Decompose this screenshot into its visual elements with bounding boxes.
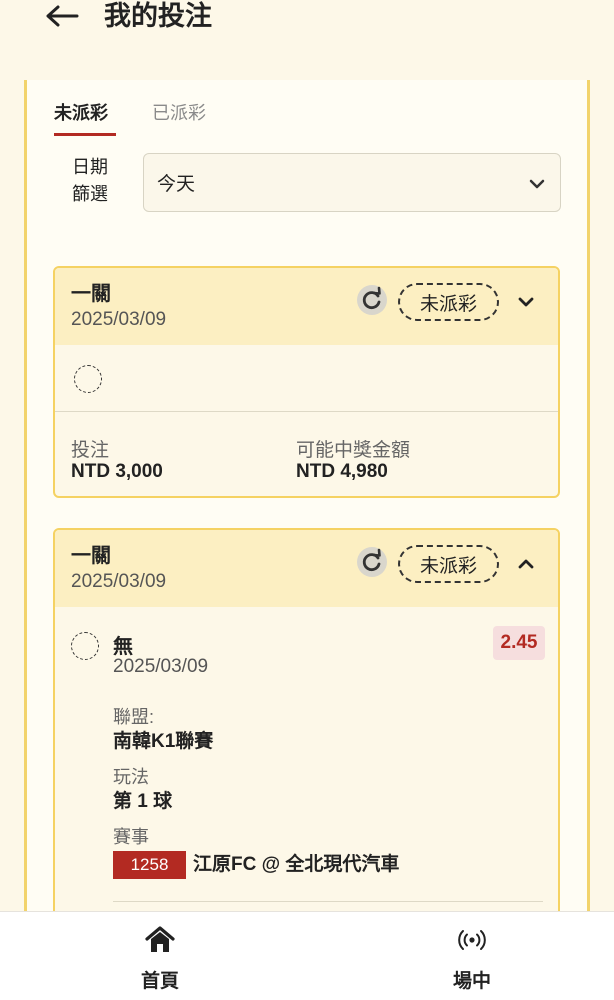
event-id-badge: 1258 [113, 851, 186, 879]
bet-card-header[interactable]: 一關 2025/03/09 未派彩 [55, 530, 558, 607]
event-name: 江原FC @ 全北現代汽車 [193, 854, 400, 875]
selection-status-icon [74, 365, 102, 393]
stake-label: 投注 [71, 440, 110, 461]
league-value: 南韓K1聯賽 [113, 731, 214, 752]
divider [55, 411, 558, 412]
selection-status-icon [71, 632, 99, 660]
active-tab-indicator [54, 133, 116, 136]
selection-name: 無 [113, 636, 133, 658]
bet-card: 一關 2025/03/09 未派彩 投注 NTD 3,000 可能中獎金額 NT… [53, 266, 560, 498]
nav-live-label: 場中 [452, 971, 491, 992]
back-arrow-icon[interactable] [44, 0, 84, 32]
chevron-up-icon[interactable] [515, 553, 537, 575]
date-filter-select[interactable]: 今天 [143, 153, 561, 212]
nav-live[interactable]: 場中 [412, 912, 532, 1000]
status-badge: 未派彩 [398, 545, 499, 583]
tab-unsettled[interactable]: 未派彩 [54, 100, 108, 126]
bet-date: 2025/03/09 [71, 309, 167, 330]
payout-label: 可能中獎金額 [296, 440, 411, 461]
event-label: 賽事 [113, 827, 149, 847]
bet-type: 一關 [71, 283, 111, 305]
stake-value: NTD 3,000 [71, 461, 163, 482]
bet-date: 2025/03/09 [71, 571, 167, 592]
divider [113, 901, 543, 902]
refresh-icon[interactable] [356, 284, 388, 316]
date-filter-label: 日期 篩選 [72, 157, 108, 204]
bet-type: 一關 [71, 545, 111, 567]
payout-value: NTD 4,980 [296, 461, 388, 482]
bet-card: 一關 2025/03/09 未派彩 無 2025/03/09 2.45 聯盟: … [53, 528, 560, 928]
selection-date: 2025/03/09 [113, 656, 209, 677]
market-value: 第 1 球 [113, 791, 173, 812]
nav-home[interactable]: 首頁 [100, 912, 220, 1000]
tab-settled[interactable]: 已派彩 [152, 100, 206, 126]
app-header: 我的投注 [0, 0, 614, 80]
status-badge: 未派彩 [398, 283, 499, 321]
refresh-icon[interactable] [356, 546, 388, 578]
nav-home-label: 首頁 [140, 971, 179, 992]
chevron-down-icon [529, 179, 545, 189]
live-icon [458, 930, 486, 950]
bet-card-header[interactable]: 一關 2025/03/09 未派彩 [55, 268, 558, 345]
odds-badge: 2.45 [493, 626, 545, 660]
bottom-nav: 首頁 場中 [0, 911, 614, 1000]
chevron-down-icon[interactable] [515, 291, 537, 313]
home-icon [145, 926, 175, 952]
page-title: 我的投注 [104, 1, 212, 31]
date-filter-value: 今天 [157, 174, 196, 195]
